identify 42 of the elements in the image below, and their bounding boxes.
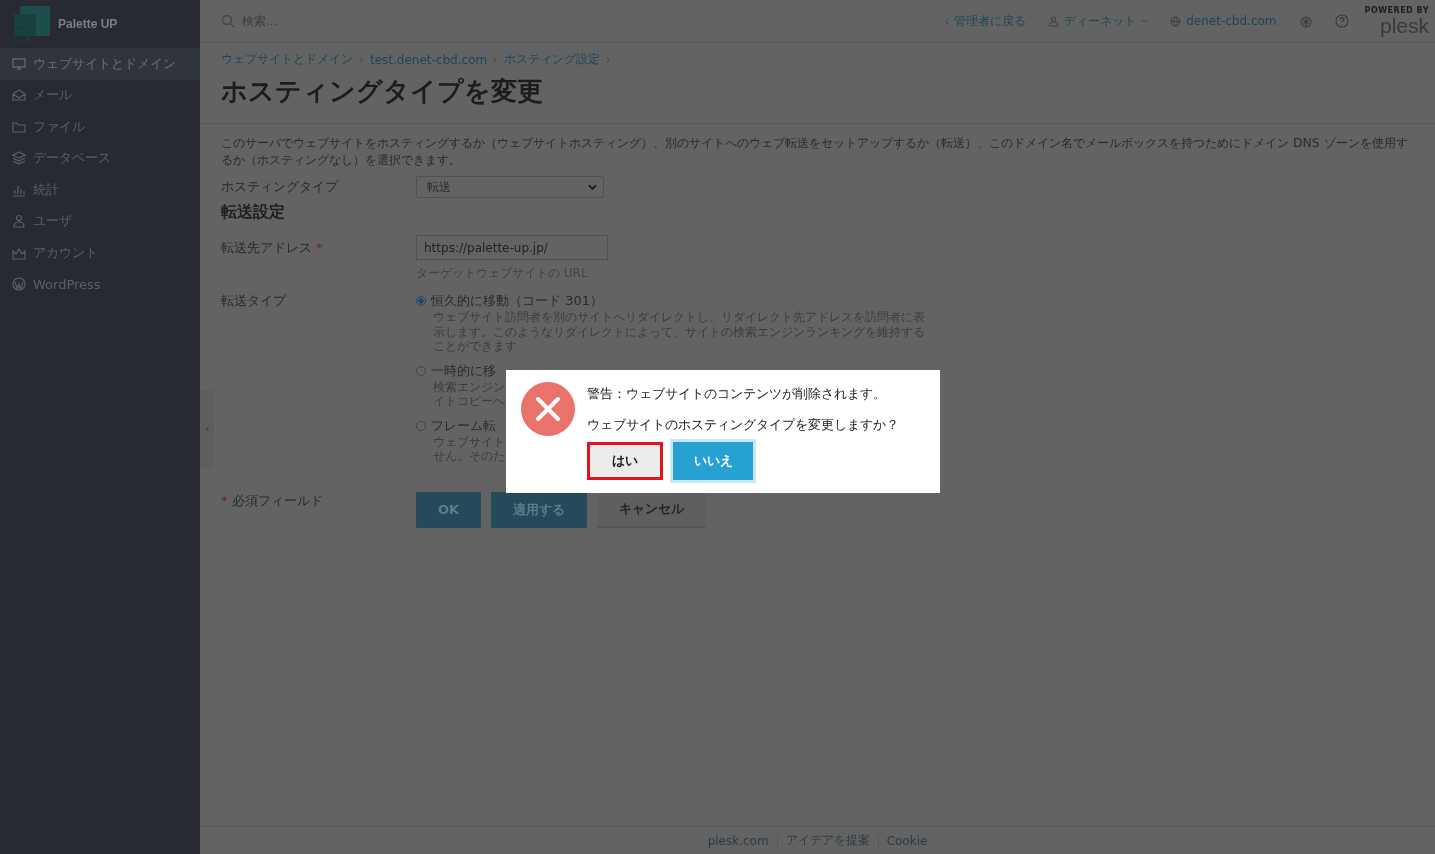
folder-icon: [12, 119, 26, 134]
caret-icon: [1141, 18, 1149, 24]
no-button[interactable]: いいえ: [673, 442, 753, 480]
breadcrumb-link[interactable]: ウェブサイトとドメイン: [221, 51, 353, 68]
globe-icon: [1170, 15, 1182, 27]
section-heading: 転送設定: [221, 202, 286, 223]
chevron-right-icon: [493, 56, 499, 63]
radio-button[interactable]: [416, 296, 426, 306]
required-mark: *: [221, 492, 228, 508]
logo-icon: [14, 6, 50, 42]
bug-icon[interactable]: [1298, 14, 1313, 28]
back-link[interactable]: 管理者に戻る: [944, 12, 1027, 30]
wordpress-icon: [12, 277, 26, 292]
chevron-right-icon: [606, 56, 612, 63]
chevron-left-icon: [944, 17, 950, 25]
yes-button[interactable]: はい: [587, 442, 663, 480]
required-mark: *: [316, 240, 323, 255]
footer-link[interactable]: Cookie: [886, 833, 928, 848]
layers-icon: [12, 151, 26, 166]
chevron-down-icon: [588, 184, 597, 190]
user-icon: [1048, 15, 1060, 27]
submit-button[interactable]: 適用する: [491, 491, 588, 528]
powered-by-label: POWERED BY: [1364, 6, 1429, 15]
address-field[interactable]: https://palette-up.jp/: [416, 235, 608, 260]
domain-link[interactable]: denet-cbd.com: [1170, 14, 1277, 28]
user-icon: [12, 214, 26, 229]
breadcrumb-link[interactable]: test.denet-cbd.com: [370, 52, 488, 67]
page-title: ホスティングタイプを変更: [221, 75, 544, 108]
search-icon: [221, 14, 235, 28]
envelope-icon: [12, 88, 26, 103]
footer-link[interactable]: plesk.com: [707, 833, 769, 848]
chevron-right-icon: [359, 56, 364, 63]
dialog-message: ウェブサイトのホスティングタイプを変更しますか？: [587, 417, 899, 434]
brand-name: Palette UP: [58, 17, 118, 31]
cancel-button[interactable]: キャンセル: [597, 491, 707, 528]
breadcrumb-link[interactable]: ホスティング設定: [504, 51, 601, 68]
submit-button[interactable]: OK: [416, 491, 482, 528]
monitor-icon: [12, 56, 26, 71]
error-icon: [521, 382, 575, 436]
collapse-handle[interactable]: [200, 390, 214, 468]
help-icon[interactable]: [1334, 14, 1349, 28]
dialog-message: 警告：ウェブサイトのコンテンツが削除されます。: [587, 386, 887, 403]
